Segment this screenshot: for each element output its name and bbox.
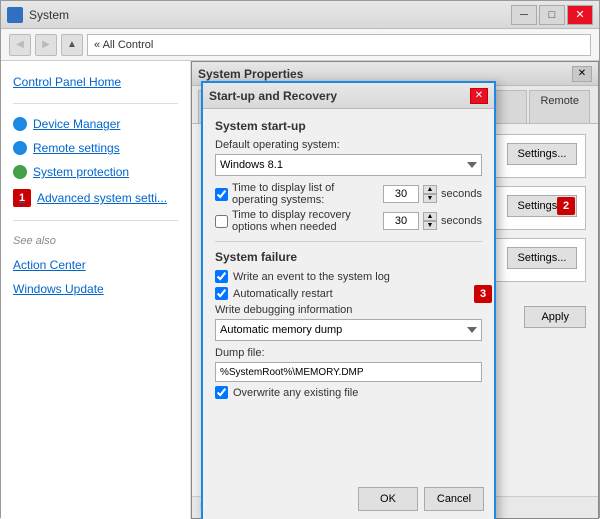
- time-display-spinner: ▲ ▼: [423, 185, 437, 203]
- debug-dropdown[interactable]: Automatic memory dump: [215, 319, 482, 341]
- window-icon: [7, 7, 23, 23]
- shield-icon: [13, 165, 27, 179]
- auto-restart-row: Automatically restart 3: [215, 287, 482, 300]
- main-panel: System Properties ✕ Computer Name Hardwa…: [191, 61, 599, 519]
- remote-settings-label: Remote settings: [33, 141, 120, 155]
- startup-cancel-button[interactable]: Cancel: [424, 487, 484, 511]
- props-apply-button[interactable]: Apply: [524, 306, 586, 328]
- props-btn-1[interactable]: Settings...: [507, 143, 577, 165]
- sidebar: Control Panel Home Device Manager Remote…: [1, 61, 191, 519]
- sidebar-item-system-protection[interactable]: System protection: [1, 160, 190, 184]
- window-title: System: [29, 8, 69, 22]
- time-display-down[interactable]: ▼: [423, 194, 437, 203]
- time-display-row: Time to display list of operating system…: [215, 182, 482, 206]
- sidebar-item-remote-settings[interactable]: Remote settings: [1, 136, 190, 160]
- write-event-checkbox[interactable]: [215, 270, 228, 283]
- time-recovery-row: Time to display recovery options when ne…: [215, 209, 482, 233]
- back-button[interactable]: ◀: [9, 34, 31, 56]
- content-area: Control Panel Home Device Manager Remote…: [1, 61, 599, 519]
- sidebar-item-action-center[interactable]: Action Center: [1, 253, 190, 277]
- address-text: « All Control: [94, 39, 153, 51]
- sidebar-item-windows-update[interactable]: Windows Update: [1, 277, 190, 301]
- see-also-label: See also: [1, 229, 190, 253]
- time-display-up[interactable]: ▲: [423, 185, 437, 194]
- startup-close-button[interactable]: ✕: [470, 88, 488, 104]
- sidebar-divider-2: [13, 220, 178, 221]
- overwrite-row: Overwrite any existing file: [215, 386, 482, 399]
- nav-bar: ◀ ▶ ▲ « All Control: [1, 29, 599, 61]
- badge-1: 1: [13, 189, 31, 207]
- remote-icon: [13, 141, 27, 155]
- sidebar-item-device-manager[interactable]: Device Manager: [1, 112, 190, 136]
- sidebar-home[interactable]: Control Panel Home: [1, 69, 190, 95]
- startup-recovery-dialog: Start-up and Recovery ✕ System start-up …: [201, 81, 496, 519]
- main-window: System ─ □ ✕ ◀ ▶ ▲ « All Control Control…: [0, 0, 600, 518]
- system-failure-header: System failure: [215, 250, 482, 264]
- maximize-button[interactable]: □: [539, 5, 565, 25]
- action-center-label: Action Center: [13, 258, 86, 272]
- tab-remote[interactable]: Remote: [529, 90, 590, 123]
- startup-body: System start-up Default operating system…: [203, 109, 494, 413]
- time-display-label: Time to display list of operating system…: [232, 182, 379, 206]
- badge-3: 3: [474, 285, 492, 303]
- time-display-input[interactable]: [383, 185, 419, 203]
- address-bar[interactable]: « All Control: [87, 34, 591, 56]
- sidebar-divider-1: [13, 103, 178, 104]
- forward-button[interactable]: ▶: [35, 34, 57, 56]
- time-display-checkbox[interactable]: [215, 188, 228, 201]
- system-protection-label: System protection: [33, 165, 129, 179]
- up-button[interactable]: ▲: [61, 34, 83, 56]
- advanced-label: Advanced system setti...: [37, 191, 167, 205]
- time-recovery-up[interactable]: ▲: [423, 212, 437, 221]
- title-bar-buttons: ─ □ ✕: [511, 5, 593, 25]
- divider-1: [215, 241, 482, 242]
- sidebar-item-advanced[interactable]: 1 Advanced system setti...: [1, 184, 190, 212]
- computer-icon: [13, 117, 27, 131]
- time-recovery-down[interactable]: ▼: [423, 221, 437, 230]
- time-recovery-unit: seconds: [441, 215, 482, 227]
- startup-title: Start-up and Recovery: [209, 89, 337, 103]
- overwrite-label: Overwrite any existing file: [233, 387, 358, 399]
- props-btn-3[interactable]: Settings...: [507, 247, 577, 269]
- device-manager-label: Device Manager: [33, 117, 120, 131]
- write-event-row: Write an event to the system log: [215, 270, 482, 283]
- time-recovery-input[interactable]: [383, 212, 419, 230]
- startup-footer: OK Cancel: [358, 487, 484, 511]
- time-recovery-spinner: ▲ ▼: [423, 212, 437, 230]
- time-display-unit: seconds: [441, 188, 482, 200]
- time-recovery-checkbox[interactable]: [215, 215, 228, 228]
- dump-file-label: Dump file:: [215, 347, 482, 359]
- minimize-button[interactable]: ─: [511, 5, 537, 25]
- overwrite-checkbox[interactable]: [215, 386, 228, 399]
- badge-2: 2: [557, 197, 575, 215]
- startup-ok-button[interactable]: OK: [358, 487, 418, 511]
- windows-update-label: Windows Update: [13, 282, 104, 296]
- sys-props-title: System Properties: [198, 67, 303, 81]
- auto-restart-label: Automatically restart: [233, 288, 333, 300]
- close-button[interactable]: ✕: [567, 5, 593, 25]
- title-bar-left: System: [7, 7, 69, 23]
- auto-restart-checkbox[interactable]: [215, 287, 228, 300]
- title-bar: System ─ □ ✕: [1, 1, 599, 29]
- time-recovery-label: Time to display recovery options when ne…: [232, 209, 379, 233]
- system-startup-header: System start-up: [215, 119, 482, 133]
- write-event-label: Write an event to the system log: [233, 271, 390, 283]
- write-debug-label: Write debugging information: [215, 304, 482, 316]
- sys-props-close-button[interactable]: ✕: [572, 66, 592, 82]
- default-os-label: Default operating system:: [215, 139, 482, 151]
- default-os-select[interactable]: Windows 8.1: [215, 154, 482, 176]
- startup-title-bar: Start-up and Recovery ✕: [203, 83, 494, 109]
- dump-file-input[interactable]: [215, 362, 482, 382]
